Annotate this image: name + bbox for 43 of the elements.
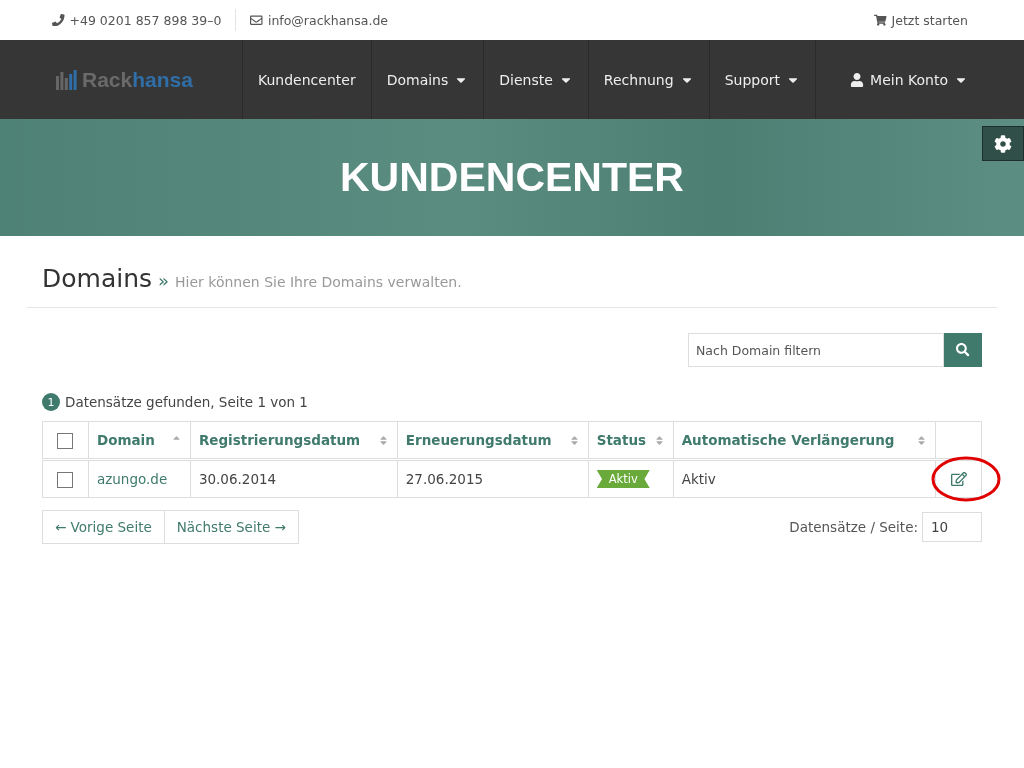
status-badge: Aktiv bbox=[596, 470, 650, 488]
edit-button[interactable] bbox=[948, 469, 969, 489]
page-subtitle: Hier können Sie Ihre Domains verwalten. bbox=[175, 274, 462, 290]
column-label: Erneuerungsdatum bbox=[405, 432, 552, 448]
logo-bars-icon bbox=[56, 69, 78, 90]
per-page-label: Datensätze / Seite: bbox=[789, 519, 918, 535]
per-page-field[interactable]: 10 bbox=[922, 512, 982, 542]
search-button[interactable] bbox=[944, 333, 982, 367]
search-icon bbox=[956, 343, 970, 357]
header-cell[interactable]: Status bbox=[588, 421, 674, 460]
table-cell: 30.06.2014 bbox=[198, 471, 277, 487]
start-link[interactable]: Jetzt starten bbox=[874, 12, 968, 28]
table-cell: Aktiv bbox=[681, 471, 716, 487]
table-cell: 27.06.2015 bbox=[405, 471, 484, 487]
header-cell[interactable]: Erneuerungsdatum bbox=[397, 421, 589, 460]
envelope-icon bbox=[250, 13, 263, 27]
column-label: Registrierungsdatum bbox=[198, 432, 361, 448]
edit-icon bbox=[950, 471, 967, 487]
previous-page-button[interactable]: ← Vorige Seite bbox=[42, 510, 165, 544]
column-label: Domain bbox=[96, 432, 155, 448]
settings-button[interactable] bbox=[982, 126, 1024, 161]
header-cell[interactable]: Automatische Verlängerung bbox=[673, 421, 936, 460]
phone-number: +49 0201 857 898 39–0 bbox=[52, 12, 222, 28]
email-link[interactable]: info@rackhansa.de bbox=[250, 12, 389, 28]
header-cell[interactable]: Registrierungsdatum bbox=[190, 421, 398, 460]
column-label: Status bbox=[596, 432, 647, 448]
column-label: Automatische Verlängerung bbox=[681, 432, 895, 448]
hero-title: KUNDENCENTER bbox=[340, 154, 684, 201]
user-icon bbox=[850, 72, 865, 87]
header-cell[interactable]: Domain bbox=[88, 421, 191, 460]
account-menu[interactable]: Mein Konto bbox=[850, 40, 968, 119]
count-badge: 1 bbox=[42, 393, 60, 411]
settings-icon bbox=[994, 134, 1012, 153]
phone-icon bbox=[52, 13, 65, 27]
separator-mark: » bbox=[158, 270, 170, 291]
row-checkbox[interactable] bbox=[57, 471, 73, 488]
next-page-button[interactable]: Nächste Seite → bbox=[164, 510, 299, 544]
select-all-checkbox[interactable] bbox=[57, 432, 73, 449]
results-summary: Datensätze gefunden, Seite 1 von 1 bbox=[65, 394, 308, 410]
header-cell bbox=[935, 421, 982, 460]
cart-icon bbox=[874, 13, 887, 27]
filter-field[interactable]: Nach Domain filtern bbox=[688, 333, 944, 367]
page-title: Domains bbox=[42, 264, 153, 293]
